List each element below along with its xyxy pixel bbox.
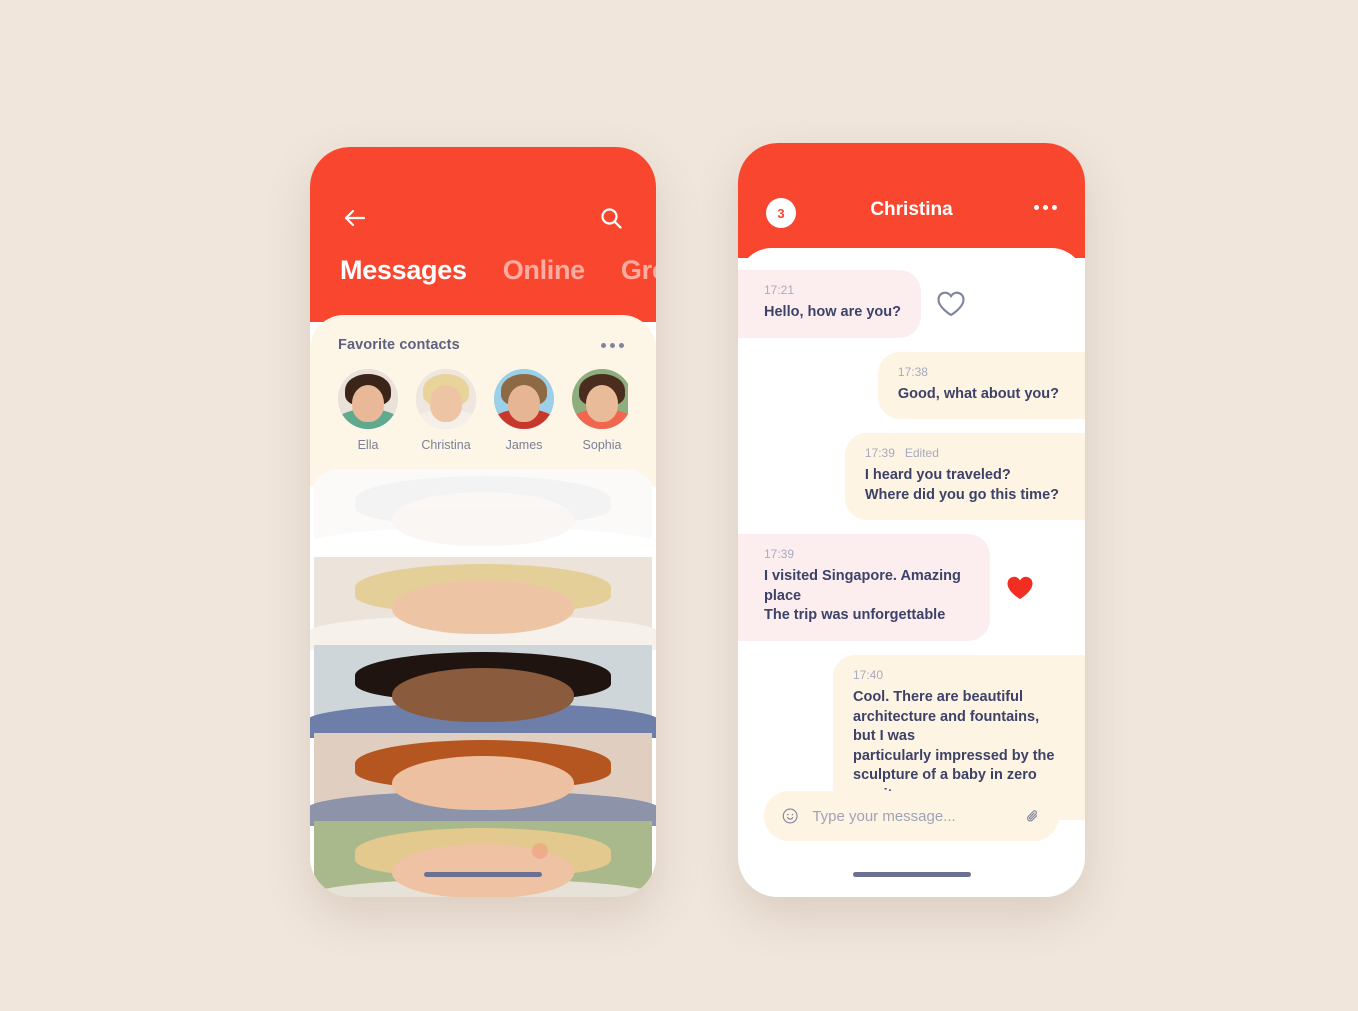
message-bubble[interactable]: 17:39 Edited I heard you traveled? Where d… (844, 433, 1085, 521)
arrow-left-icon (344, 209, 366, 227)
messages-topbar (310, 203, 656, 233)
favorite-contacts-header: Favorite contacts (338, 337, 628, 353)
message-text: Hello, how are you? (764, 304, 901, 320)
conversation-list[interactable]: Sounds good to me ✓Christina17:40You: Co… (310, 469, 656, 897)
favorite-contact-ella[interactable]: Ella (338, 369, 398, 452)
chat-message-area: 17:21 Hello, how are you? 17:38 Good, what … (738, 248, 1085, 897)
chat-header: 3 Christina (738, 143, 1085, 258)
avatar[interactable] (416, 369, 476, 429)
message-time: 17:39 (764, 547, 795, 562)
message-text: I visited Singapore. Amazing place The t… (764, 568, 961, 624)
search-button[interactable] (596, 203, 626, 233)
chat-message-row: 17:39 Edited I heard you traveled? Where d… (738, 433, 1085, 521)
favorite-contacts-more-button[interactable] (597, 339, 628, 352)
conversation-row[interactable]: Isabelle17:40This isn't just about you..… (310, 645, 656, 739)
chat-message-row: 17:38 Good, what about you? (738, 351, 1085, 420)
avatar[interactable] (494, 369, 554, 429)
chat-more-button[interactable] (1034, 205, 1057, 210)
favorite-contact-name: Sophia (582, 438, 622, 452)
ellipsis-icon (601, 342, 606, 348)
heart-outline-icon[interactable] (935, 289, 967, 319)
favorite-contact-christina[interactable]: Christina (416, 369, 476, 452)
touch-indicator (532, 843, 548, 859)
message-text: Cool. There are beautiful architecture a… (853, 688, 1055, 803)
message-time: 17:21 (764, 283, 795, 297)
favorite-contact-name: James (505, 438, 543, 452)
smiley-icon[interactable] (782, 803, 798, 829)
messages-header: Messages Online Grou (310, 147, 656, 322)
message-input[interactable] (812, 807, 1012, 825)
favorite-contact-sophia[interactable]: Sophia (572, 369, 628, 452)
message-time: 17:39 (864, 446, 895, 461)
back-button[interactable] (340, 203, 370, 233)
unread-count-badge[interactable]: 3 (766, 198, 796, 228)
heart-filled-icon[interactable] (1004, 573, 1036, 603)
conversation-row[interactable]: Dorothy17:41Is there something you...NEW (310, 733, 656, 827)
favorite-contact-name: Christina (421, 438, 471, 452)
search-icon (601, 208, 622, 229)
message-bubble[interactable]: 17:39 I visited Singapore. Amazing place … (738, 534, 990, 641)
tab-messages[interactable]: Messages (340, 255, 467, 286)
avatar (310, 645, 656, 739)
message-bubble[interactable]: 17:21 Hello, how are you? (738, 270, 921, 338)
avatar-face (585, 384, 619, 422)
conversation-row[interactable]: Sounds good to me ✓ (310, 469, 656, 563)
avatar[interactable] (572, 369, 628, 429)
paperclip-icon[interactable] (1025, 804, 1041, 829)
message-bubble[interactable]: 17:38 Good, what about you? (877, 351, 1085, 420)
avatar (310, 821, 656, 897)
conversation-row[interactable]: Betty17:42CheapestNEW (310, 821, 656, 897)
ellipsis-icon (1034, 205, 1039, 210)
message-composer (764, 791, 1059, 841)
avatar-face (429, 384, 463, 422)
reaction-heart-button[interactable] (1004, 573, 1036, 603)
message-text: I heard you traveled? Where did you go t… (864, 467, 1059, 503)
message-time: 17:38 (897, 364, 928, 379)
avatar-face (351, 384, 385, 422)
favorite-contacts-title: Favorite contacts (338, 337, 460, 353)
message-edited-label: Edited (904, 446, 939, 461)
chat-phone-frame: 3 Christina 17:21 Hello, how are you? 17:3… (738, 143, 1085, 897)
message-time: 17:40 (853, 667, 884, 682)
messages-phone-frame: Messages Online Grou Favorite contacts Ell… (310, 147, 656, 897)
tab-bar: Messages Online Grou (340, 255, 656, 286)
home-indicator[interactable] (852, 872, 971, 877)
avatar[interactable] (338, 369, 398, 429)
avatar (310, 469, 656, 563)
favorite-contact-james[interactable]: James (494, 369, 554, 452)
favorite-contacts-panel: Favorite contacts Ella Christina James Soph… (310, 315, 656, 487)
favorite-contact-name: Ella (357, 438, 379, 452)
tab-online[interactable]: Online (503, 255, 586, 286)
chat-message-row: 17:39 I visited Singapore. Amazing place … (738, 534, 1085, 641)
avatar (310, 733, 656, 827)
home-indicator[interactable] (424, 872, 542, 877)
tab-grou[interactable]: Grou (621, 255, 656, 286)
chat-message-row: 17:21 Hello, how are you? (738, 270, 1085, 338)
avatar (310, 557, 656, 651)
favorite-contacts-list[interactable]: EllaChristinaJamesSophiaOl (338, 369, 628, 452)
conversation-row[interactable]: Christina17:40You: Cool. There are ... (310, 557, 656, 651)
avatar-face (507, 384, 541, 422)
message-text: Good, what about you? (897, 385, 1059, 402)
reaction-heart-button[interactable] (935, 289, 967, 319)
